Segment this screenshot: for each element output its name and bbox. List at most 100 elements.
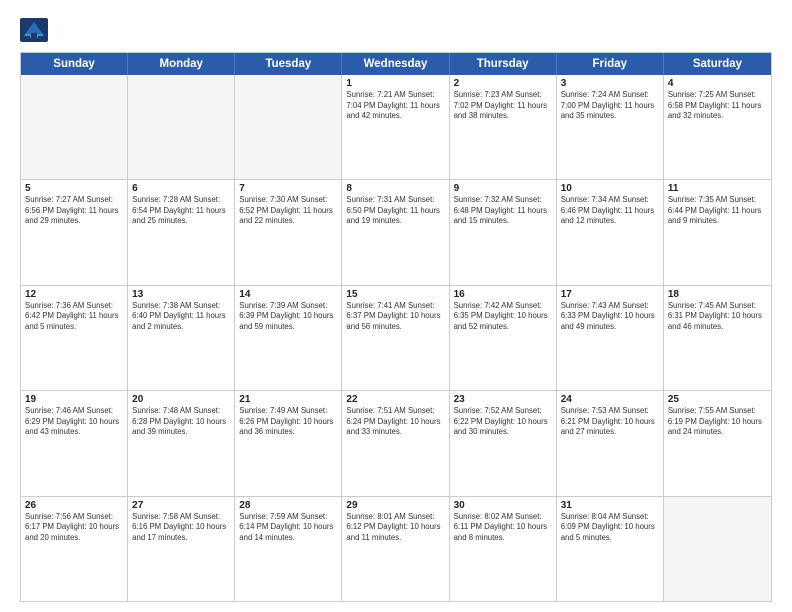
cell-info: Sunrise: 7:43 AM Sunset: 6:33 PM Dayligh… — [561, 301, 659, 333]
day-header: Sunday — [21, 53, 128, 75]
calendar-cell: 17Sunrise: 7:43 AM Sunset: 6:33 PM Dayli… — [557, 286, 664, 390]
cell-day-number: 4 — [668, 78, 767, 89]
week-row: 26Sunrise: 7:56 AM Sunset: 6:17 PM Dayli… — [21, 497, 771, 601]
cell-day-number: 25 — [668, 394, 767, 405]
calendar-cell — [235, 75, 342, 179]
calendar-cell — [664, 497, 771, 601]
day-header: Thursday — [450, 53, 557, 75]
day-header: Saturday — [664, 53, 771, 75]
cell-day-number: 20 — [132, 394, 230, 405]
cell-info: Sunrise: 7:46 AM Sunset: 6:29 PM Dayligh… — [25, 406, 123, 438]
cell-info: Sunrise: 7:42 AM Sunset: 6:35 PM Dayligh… — [454, 301, 552, 333]
cell-info: Sunrise: 7:28 AM Sunset: 6:54 PM Dayligh… — [132, 195, 230, 227]
cell-info: Sunrise: 8:02 AM Sunset: 6:11 PM Dayligh… — [454, 512, 552, 544]
cell-info: Sunrise: 7:27 AM Sunset: 6:56 PM Dayligh… — [25, 195, 123, 227]
calendar-cell: 4Sunrise: 7:25 AM Sunset: 6:58 PM Daylig… — [664, 75, 771, 179]
cell-day-number: 12 — [25, 289, 123, 300]
cell-info: Sunrise: 7:38 AM Sunset: 6:40 PM Dayligh… — [132, 301, 230, 333]
day-headers: SundayMondayTuesdayWednesdayThursdayFrid… — [21, 53, 771, 75]
calendar-cell: 2Sunrise: 7:23 AM Sunset: 7:02 PM Daylig… — [450, 75, 557, 179]
cell-info: Sunrise: 7:36 AM Sunset: 6:42 PM Dayligh… — [25, 301, 123, 333]
week-row: 12Sunrise: 7:36 AM Sunset: 6:42 PM Dayli… — [21, 286, 771, 391]
week-row: 19Sunrise: 7:46 AM Sunset: 6:29 PM Dayli… — [21, 391, 771, 496]
cell-day-number: 22 — [346, 394, 444, 405]
calendar-body: 1Sunrise: 7:21 AM Sunset: 7:04 PM Daylig… — [21, 75, 771, 601]
logo — [20, 18, 52, 42]
cell-info: Sunrise: 7:35 AM Sunset: 6:44 PM Dayligh… — [668, 195, 767, 227]
cell-day-number: 3 — [561, 78, 659, 89]
calendar-cell: 31Sunrise: 8:04 AM Sunset: 6:09 PM Dayli… — [557, 497, 664, 601]
cell-info: Sunrise: 7:53 AM Sunset: 6:21 PM Dayligh… — [561, 406, 659, 438]
cell-info: Sunrise: 7:49 AM Sunset: 6:26 PM Dayligh… — [239, 406, 337, 438]
cell-info: Sunrise: 7:51 AM Sunset: 6:24 PM Dayligh… — [346, 406, 444, 438]
week-row: 5Sunrise: 7:27 AM Sunset: 6:56 PM Daylig… — [21, 180, 771, 285]
calendar-cell — [128, 75, 235, 179]
calendar-cell: 26Sunrise: 7:56 AM Sunset: 6:17 PM Dayli… — [21, 497, 128, 601]
calendar-cell: 10Sunrise: 7:34 AM Sunset: 6:46 PM Dayli… — [557, 180, 664, 284]
cell-info: Sunrise: 8:04 AM Sunset: 6:09 PM Dayligh… — [561, 512, 659, 544]
cell-info: Sunrise: 7:32 AM Sunset: 6:48 PM Dayligh… — [454, 195, 552, 227]
cell-day-number: 1 — [346, 78, 444, 89]
cell-day-number: 23 — [454, 394, 552, 405]
cell-day-number: 8 — [346, 183, 444, 194]
cell-day-number: 26 — [25, 500, 123, 511]
cell-day-number: 6 — [132, 183, 230, 194]
calendar-cell: 14Sunrise: 7:39 AM Sunset: 6:39 PM Dayli… — [235, 286, 342, 390]
cell-day-number: 14 — [239, 289, 337, 300]
calendar-cell: 6Sunrise: 7:28 AM Sunset: 6:54 PM Daylig… — [128, 180, 235, 284]
calendar-cell: 8Sunrise: 7:31 AM Sunset: 6:50 PM Daylig… — [342, 180, 449, 284]
calendar-cell: 11Sunrise: 7:35 AM Sunset: 6:44 PM Dayli… — [664, 180, 771, 284]
calendar-cell: 25Sunrise: 7:55 AM Sunset: 6:19 PM Dayli… — [664, 391, 771, 495]
cell-info: Sunrise: 7:48 AM Sunset: 6:28 PM Dayligh… — [132, 406, 230, 438]
cell-day-number: 2 — [454, 78, 552, 89]
header — [20, 18, 772, 42]
calendar-cell: 16Sunrise: 7:42 AM Sunset: 6:35 PM Dayli… — [450, 286, 557, 390]
calendar-cell: 1Sunrise: 7:21 AM Sunset: 7:04 PM Daylig… — [342, 75, 449, 179]
calendar-cell: 7Sunrise: 7:30 AM Sunset: 6:52 PM Daylig… — [235, 180, 342, 284]
calendar-cell: 13Sunrise: 7:38 AM Sunset: 6:40 PM Dayli… — [128, 286, 235, 390]
cell-day-number: 5 — [25, 183, 123, 194]
cell-day-number: 7 — [239, 183, 337, 194]
cell-day-number: 21 — [239, 394, 337, 405]
calendar-cell — [21, 75, 128, 179]
cell-day-number: 29 — [346, 500, 444, 511]
day-header: Wednesday — [342, 53, 449, 75]
calendar-cell: 21Sunrise: 7:49 AM Sunset: 6:26 PM Dayli… — [235, 391, 342, 495]
logo-icon — [20, 18, 48, 42]
calendar-cell: 23Sunrise: 7:52 AM Sunset: 6:22 PM Dayli… — [450, 391, 557, 495]
cell-info: Sunrise: 7:56 AM Sunset: 6:17 PM Dayligh… — [25, 512, 123, 544]
cell-info: Sunrise: 7:45 AM Sunset: 6:31 PM Dayligh… — [668, 301, 767, 333]
cell-day-number: 27 — [132, 500, 230, 511]
cell-day-number: 11 — [668, 183, 767, 194]
calendar-cell: 27Sunrise: 7:58 AM Sunset: 6:16 PM Dayli… — [128, 497, 235, 601]
calendar-cell: 29Sunrise: 8:01 AM Sunset: 6:12 PM Dayli… — [342, 497, 449, 601]
cell-info: Sunrise: 7:24 AM Sunset: 7:00 PM Dayligh… — [561, 90, 659, 122]
cell-info: Sunrise: 7:21 AM Sunset: 7:04 PM Dayligh… — [346, 90, 444, 122]
cell-day-number: 17 — [561, 289, 659, 300]
cell-info: Sunrise: 7:25 AM Sunset: 6:58 PM Dayligh… — [668, 90, 767, 122]
calendar-cell: 9Sunrise: 7:32 AM Sunset: 6:48 PM Daylig… — [450, 180, 557, 284]
calendar-cell: 28Sunrise: 7:59 AM Sunset: 6:14 PM Dayli… — [235, 497, 342, 601]
cell-day-number: 28 — [239, 500, 337, 511]
calendar-cell: 19Sunrise: 7:46 AM Sunset: 6:29 PM Dayli… — [21, 391, 128, 495]
day-header: Tuesday — [235, 53, 342, 75]
day-header: Monday — [128, 53, 235, 75]
cell-info: Sunrise: 7:39 AM Sunset: 6:39 PM Dayligh… — [239, 301, 337, 333]
cell-info: Sunrise: 7:23 AM Sunset: 7:02 PM Dayligh… — [454, 90, 552, 122]
cell-day-number: 13 — [132, 289, 230, 300]
calendar-cell: 15Sunrise: 7:41 AM Sunset: 6:37 PM Dayli… — [342, 286, 449, 390]
cell-day-number: 24 — [561, 394, 659, 405]
cell-info: Sunrise: 7:59 AM Sunset: 6:14 PM Dayligh… — [239, 512, 337, 544]
cell-day-number: 16 — [454, 289, 552, 300]
cell-day-number: 15 — [346, 289, 444, 300]
cell-info: Sunrise: 7:58 AM Sunset: 6:16 PM Dayligh… — [132, 512, 230, 544]
calendar: SundayMondayTuesdayWednesdayThursdayFrid… — [20, 52, 772, 602]
cell-day-number: 10 — [561, 183, 659, 194]
cell-info: Sunrise: 7:30 AM Sunset: 6:52 PM Dayligh… — [239, 195, 337, 227]
cell-day-number: 19 — [25, 394, 123, 405]
cell-day-number: 30 — [454, 500, 552, 511]
calendar-cell: 22Sunrise: 7:51 AM Sunset: 6:24 PM Dayli… — [342, 391, 449, 495]
cell-day-number: 31 — [561, 500, 659, 511]
cell-day-number: 18 — [668, 289, 767, 300]
cell-day-number: 9 — [454, 183, 552, 194]
